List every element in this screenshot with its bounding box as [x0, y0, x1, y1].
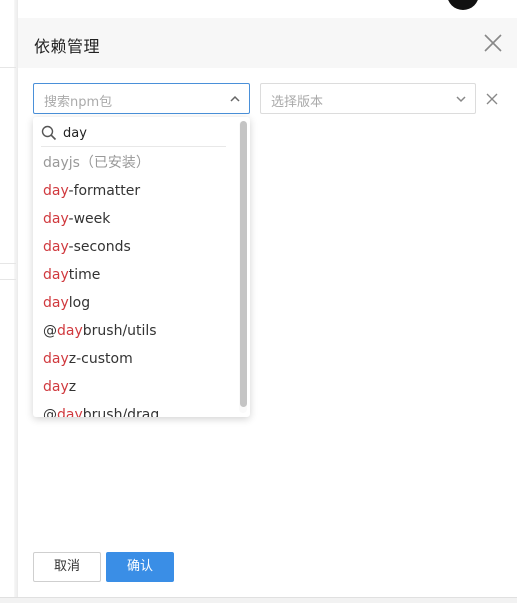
- close-icon[interactable]: [483, 33, 503, 53]
- version-select-placeholder: 选择版本: [271, 95, 324, 110]
- package-search-placeholder: 搜索npm包: [44, 95, 113, 110]
- package-option[interactable]: daylog: [43, 289, 90, 317]
- avatar[interactable]: [447, 0, 479, 10]
- confirm-button[interactable]: 确认: [106, 552, 174, 582]
- clear-row-icon[interactable]: [485, 92, 499, 106]
- background-divider: [0, 279, 16, 280]
- package-option[interactable]: @daybrush/drag: [43, 401, 159, 417]
- option-suffix: z-custom: [68, 351, 133, 367]
- option-highlight: day: [43, 267, 69, 283]
- dependency-drawer: 依赖管理 搜索npm包 选择版本 day dayjs（已安装） day-form…: [17, 18, 517, 598]
- drawer-header: 依赖管理: [18, 18, 517, 68]
- bottom-bar: [0, 597, 517, 603]
- option-prefix: @: [43, 407, 57, 417]
- chevron-down-icon: [456, 96, 466, 103]
- package-option[interactable]: day-formatter: [43, 177, 140, 205]
- chevron-up-icon: [230, 95, 240, 102]
- version-select[interactable]: 选择版本: [260, 83, 476, 114]
- dropdown-scrollbar-thumb[interactable]: [240, 121, 247, 407]
- option-highlight: day: [57, 407, 83, 417]
- background-divider: [0, 67, 16, 68]
- option-highlight: day: [43, 239, 69, 255]
- package-option[interactable]: dayz: [43, 373, 76, 401]
- option-highlight: day: [57, 323, 83, 339]
- option-highlight: day: [43, 183, 69, 199]
- option-suffix: dayjs（已安装）: [43, 155, 150, 171]
- option-suffix: -seconds: [68, 239, 131, 255]
- option-highlight: day: [43, 351, 69, 367]
- dropdown-search[interactable]: day: [41, 121, 226, 147]
- cancel-button[interactable]: 取消: [33, 552, 101, 582]
- option-prefix: @: [43, 323, 57, 339]
- option-highlight: day: [43, 295, 69, 311]
- option-highlight: day: [43, 379, 69, 395]
- dropdown-search-input[interactable]: day: [63, 126, 87, 141]
- option-suffix: -formatter: [68, 183, 141, 199]
- package-option[interactable]: daytime: [43, 261, 100, 289]
- option-suffix: -week: [68, 211, 111, 227]
- search-icon: [41, 125, 57, 141]
- background-divider: [0, 263, 16, 264]
- package-option[interactable]: @daybrush/utils: [43, 317, 157, 345]
- option-suffix: z: [68, 379, 77, 395]
- option-suffix: brush/drag: [82, 407, 160, 417]
- option-suffix: brush/utils: [82, 323, 157, 339]
- option-suffix: time: [68, 267, 101, 283]
- package-option: dayjs（已安装）: [43, 149, 150, 177]
- drawer-title: 依赖管理: [34, 37, 101, 56]
- package-option[interactable]: day-week: [43, 205, 110, 233]
- option-suffix: log: [68, 295, 91, 311]
- package-option[interactable]: dayz-custom: [43, 345, 133, 373]
- package-search-select[interactable]: 搜索npm包: [33, 83, 250, 114]
- option-highlight: day: [43, 211, 69, 227]
- package-dropdown: day dayjs（已安装） day-formatter day-week da…: [33, 117, 250, 417]
- package-option[interactable]: day-seconds: [43, 233, 131, 261]
